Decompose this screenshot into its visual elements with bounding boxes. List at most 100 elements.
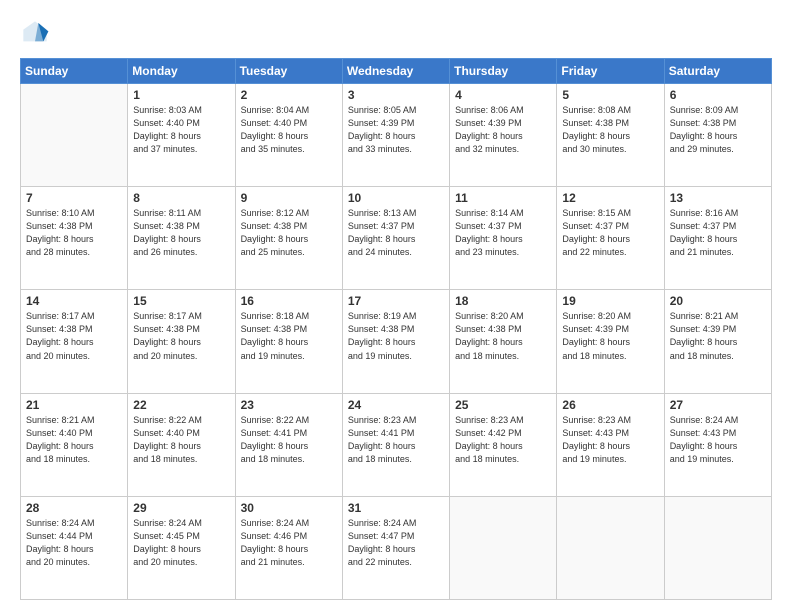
calendar-cell: 1Sunrise: 8:03 AMSunset: 4:40 PMDaylight… bbox=[128, 84, 235, 187]
day-info: Sunrise: 8:08 AMSunset: 4:38 PMDaylight:… bbox=[562, 104, 658, 156]
day-number: 17 bbox=[348, 294, 444, 308]
day-info: Sunrise: 8:13 AMSunset: 4:37 PMDaylight:… bbox=[348, 207, 444, 259]
calendar-week-row: 28 Sunrise: 8:24 AMSunset: 4:44 PMDayligh… bbox=[21, 496, 772, 599]
logo-icon bbox=[20, 18, 50, 48]
day-number: 16 bbox=[241, 294, 337, 308]
calendar-cell: 17 Sunrise: 8:19 AMSunset: 4:38 PMDayligh… bbox=[342, 290, 449, 393]
day-number: 24 bbox=[348, 398, 444, 412]
header bbox=[20, 18, 772, 48]
calendar-cell bbox=[664, 496, 771, 599]
day-info: Sunrise: 8:12 AMSunset: 4:38 PMDaylight:… bbox=[241, 207, 337, 259]
col-header-tuesday: Tuesday bbox=[235, 59, 342, 84]
day-number: 4 bbox=[455, 88, 551, 102]
day-info: Sunrise: 8:23 AMSunset: 4:43 PMDaylight:… bbox=[562, 414, 658, 466]
day-number: 20 bbox=[670, 294, 766, 308]
calendar-cell: 9 Sunrise: 8:12 AMSunset: 4:38 PMDaylight… bbox=[235, 187, 342, 290]
day-info: Sunrise: 8:23 AMSunset: 4:41 PMDaylight:… bbox=[348, 414, 444, 466]
calendar-cell: 20 Sunrise: 8:21 AMSunset: 4:39 PMDayligh… bbox=[664, 290, 771, 393]
day-number: 31 bbox=[348, 501, 444, 515]
calendar-cell: 13Sunrise: 8:16 AMSunset: 4:37 PMDayligh… bbox=[664, 187, 771, 290]
day-number: 7 bbox=[26, 191, 122, 205]
calendar-cell: 19Sunrise: 8:20 AMSunset: 4:39 PMDayligh… bbox=[557, 290, 664, 393]
day-info: Sunrise: 8:17 AMSunset: 4:38 PMDaylight:… bbox=[133, 310, 229, 362]
day-info: Sunrise: 8:18 AMSunset: 4:38 PMDaylight:… bbox=[241, 310, 337, 362]
day-info: Sunrise: 8:21 AMSunset: 4:39 PMDaylight:… bbox=[670, 310, 766, 362]
day-number: 18 bbox=[455, 294, 551, 308]
day-number: 10 bbox=[348, 191, 444, 205]
calendar-cell: 8 Sunrise: 8:11 AMSunset: 4:38 PMDaylight… bbox=[128, 187, 235, 290]
col-header-wednesday: Wednesday bbox=[342, 59, 449, 84]
day-number: 25 bbox=[455, 398, 551, 412]
day-info: Sunrise: 8:24 AMSunset: 4:43 PMDaylight:… bbox=[670, 414, 766, 466]
day-info: Sunrise: 8:22 AMSunset: 4:41 PMDaylight:… bbox=[241, 414, 337, 466]
day-number: 23 bbox=[241, 398, 337, 412]
day-number: 29 bbox=[133, 501, 229, 515]
day-info: Sunrise: 8:03 AMSunset: 4:40 PMDaylight:… bbox=[133, 104, 229, 156]
calendar-week-row: 21 Sunrise: 8:21 AMSunset: 4:40 PMDayligh… bbox=[21, 393, 772, 496]
day-info: Sunrise: 8:10 AMSunset: 4:38 PMDaylight:… bbox=[26, 207, 122, 259]
day-number: 6 bbox=[670, 88, 766, 102]
day-info: Sunrise: 8:15 AMSunset: 4:37 PMDaylight:… bbox=[562, 207, 658, 259]
day-info: Sunrise: 8:21 AMSunset: 4:40 PMDaylight:… bbox=[26, 414, 122, 466]
col-header-sunday: Sunday bbox=[21, 59, 128, 84]
day-info: Sunrise: 8:11 AMSunset: 4:38 PMDaylight:… bbox=[133, 207, 229, 259]
calendar-cell: 3 Sunrise: 8:05 AMSunset: 4:39 PMDaylight… bbox=[342, 84, 449, 187]
calendar-cell: 14 Sunrise: 8:17 AMSunset: 4:38 PMDayligh… bbox=[21, 290, 128, 393]
day-info: Sunrise: 8:20 AMSunset: 4:38 PMDaylight:… bbox=[455, 310, 551, 362]
calendar-week-row: 1Sunrise: 8:03 AMSunset: 4:40 PMDaylight… bbox=[21, 84, 772, 187]
calendar-week-row: 7 Sunrise: 8:10 AMSunset: 4:38 PMDaylight… bbox=[21, 187, 772, 290]
day-number: 11 bbox=[455, 191, 551, 205]
day-number: 2 bbox=[241, 88, 337, 102]
day-number: 15 bbox=[133, 294, 229, 308]
day-info: Sunrise: 8:24 AMSunset: 4:45 PMDaylight:… bbox=[133, 517, 229, 569]
day-number: 3 bbox=[348, 88, 444, 102]
calendar-cell: 15 Sunrise: 8:17 AMSunset: 4:38 PMDayligh… bbox=[128, 290, 235, 393]
day-number: 26 bbox=[562, 398, 658, 412]
col-header-saturday: Saturday bbox=[664, 59, 771, 84]
calendar-week-row: 14 Sunrise: 8:17 AMSunset: 4:38 PMDayligh… bbox=[21, 290, 772, 393]
calendar-header-row: SundayMondayTuesdayWednesdayThursdayFrid… bbox=[21, 59, 772, 84]
day-number: 14 bbox=[26, 294, 122, 308]
day-number: 21 bbox=[26, 398, 122, 412]
day-info: Sunrise: 8:05 AMSunset: 4:39 PMDaylight:… bbox=[348, 104, 444, 156]
day-number: 9 bbox=[241, 191, 337, 205]
calendar-cell: 16 Sunrise: 8:18 AMSunset: 4:38 PMDayligh… bbox=[235, 290, 342, 393]
calendar-cell: 27Sunrise: 8:24 AMSunset: 4:43 PMDayligh… bbox=[664, 393, 771, 496]
day-info: Sunrise: 8:24 AMSunset: 4:44 PMDaylight:… bbox=[26, 517, 122, 569]
day-number: 5 bbox=[562, 88, 658, 102]
col-header-monday: Monday bbox=[128, 59, 235, 84]
calendar-cell: 12Sunrise: 8:15 AMSunset: 4:37 PMDayligh… bbox=[557, 187, 664, 290]
day-number: 28 bbox=[26, 501, 122, 515]
day-info: Sunrise: 8:19 AMSunset: 4:38 PMDaylight:… bbox=[348, 310, 444, 362]
day-info: Sunrise: 8:23 AMSunset: 4:42 PMDaylight:… bbox=[455, 414, 551, 466]
calendar-cell: 30Sunrise: 8:24 AMSunset: 4:46 PMDayligh… bbox=[235, 496, 342, 599]
calendar-cell: 18 Sunrise: 8:20 AMSunset: 4:38 PMDayligh… bbox=[450, 290, 557, 393]
day-info: Sunrise: 8:17 AMSunset: 4:38 PMDaylight:… bbox=[26, 310, 122, 362]
calendar-cell: 2 Sunrise: 8:04 AMSunset: 4:40 PMDaylight… bbox=[235, 84, 342, 187]
calendar-table: SundayMondayTuesdayWednesdayThursdayFrid… bbox=[20, 58, 772, 600]
calendar-cell: 29 Sunrise: 8:24 AMSunset: 4:45 PMDayligh… bbox=[128, 496, 235, 599]
col-header-friday: Friday bbox=[557, 59, 664, 84]
calendar-cell: 24 Sunrise: 8:23 AMSunset: 4:41 PMDayligh… bbox=[342, 393, 449, 496]
day-number: 8 bbox=[133, 191, 229, 205]
day-info: Sunrise: 8:06 AMSunset: 4:39 PMDaylight:… bbox=[455, 104, 551, 156]
day-info: Sunrise: 8:14 AMSunset: 4:37 PMDaylight:… bbox=[455, 207, 551, 259]
calendar-cell: 10 Sunrise: 8:13 AMSunset: 4:37 PMDayligh… bbox=[342, 187, 449, 290]
calendar-cell: 7 Sunrise: 8:10 AMSunset: 4:38 PMDaylight… bbox=[21, 187, 128, 290]
day-info: Sunrise: 8:24 AMSunset: 4:47 PMDaylight:… bbox=[348, 517, 444, 569]
day-number: 30 bbox=[241, 501, 337, 515]
calendar-cell bbox=[557, 496, 664, 599]
calendar-cell: 26 Sunrise: 8:23 AMSunset: 4:43 PMDayligh… bbox=[557, 393, 664, 496]
col-header-thursday: Thursday bbox=[450, 59, 557, 84]
day-number: 13 bbox=[670, 191, 766, 205]
page: SundayMondayTuesdayWednesdayThursdayFrid… bbox=[0, 0, 792, 612]
calendar-cell: 6Sunrise: 8:09 AMSunset: 4:38 PMDaylight… bbox=[664, 84, 771, 187]
calendar-cell: 25 Sunrise: 8:23 AMSunset: 4:42 PMDayligh… bbox=[450, 393, 557, 496]
calendar-cell: 4 Sunrise: 8:06 AMSunset: 4:39 PMDaylight… bbox=[450, 84, 557, 187]
calendar-cell: 28 Sunrise: 8:24 AMSunset: 4:44 PMDayligh… bbox=[21, 496, 128, 599]
day-info: Sunrise: 8:04 AMSunset: 4:40 PMDaylight:… bbox=[241, 104, 337, 156]
calendar-cell: 31 Sunrise: 8:24 AMSunset: 4:47 PMDayligh… bbox=[342, 496, 449, 599]
calendar-cell: 5 Sunrise: 8:08 AMSunset: 4:38 PMDaylight… bbox=[557, 84, 664, 187]
day-number: 22 bbox=[133, 398, 229, 412]
day-info: Sunrise: 8:20 AMSunset: 4:39 PMDaylight:… bbox=[562, 310, 658, 362]
